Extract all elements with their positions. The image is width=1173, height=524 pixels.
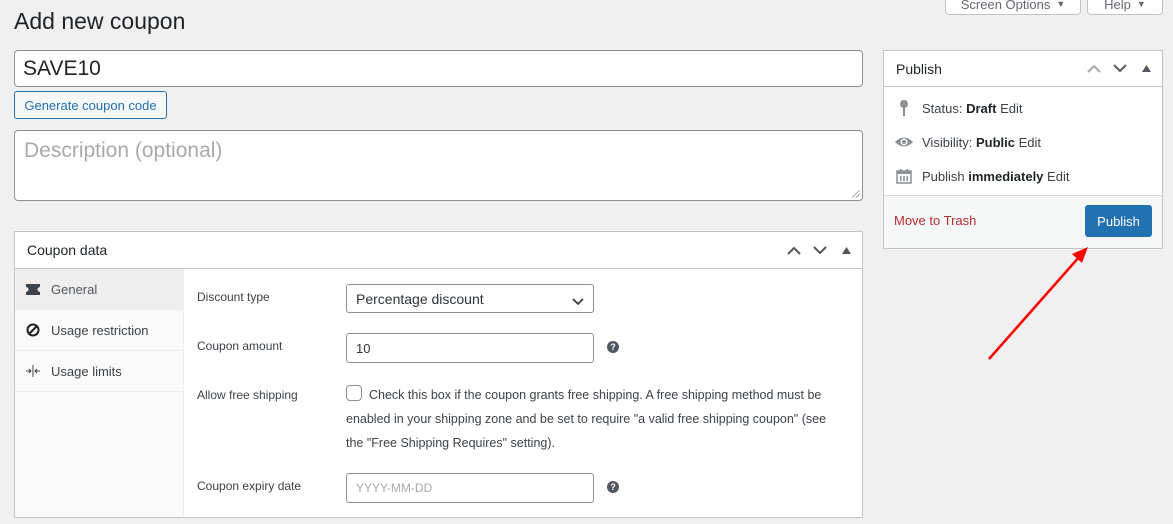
visibility-label: Visibility:: [922, 134, 973, 150]
schedule-label: Publish: [922, 168, 965, 184]
pin-icon: [894, 98, 914, 118]
help-icon[interactable]: ?: [607, 481, 619, 493]
general-panel: Discount type Percentage discount Coupon…: [185, 269, 862, 517]
coupon-data-title: Coupon data: [27, 242, 108, 258]
caret-down-icon: ▼: [1056, 0, 1066, 9]
help-button[interactable]: Help ▼: [1087, 0, 1163, 15]
tab-label: Usage limits: [51, 363, 122, 379]
move-up-icon[interactable]: [786, 242, 802, 258]
resize-handle[interactable]: [852, 190, 860, 198]
description-placeholder: Description (optional): [24, 139, 223, 162]
screen-options-label: Screen Options: [960, 0, 1051, 12]
help-label: Help: [1104, 0, 1131, 12]
visibility-value: Public: [975, 134, 1015, 150]
tab-usage-restriction[interactable]: Usage restriction: [15, 310, 183, 351]
tab-general[interactable]: General: [15, 269, 183, 310]
tab-label: Usage restriction: [51, 322, 149, 338]
status-label: Status:: [922, 100, 963, 116]
schedule-row: Publish immediately Edit: [894, 166, 1069, 186]
edit-visibility-link[interactable]: Edit: [1019, 135, 1041, 150]
publish-actions: Move to Trash Publish: [884, 195, 1162, 248]
schedule-value: immediately: [968, 168, 1044, 184]
free-shipping-description: Check this box if the coupon grants free…: [346, 388, 827, 450]
publish-title: Publish: [896, 60, 942, 77]
discount-type-label: Discount type: [197, 290, 270, 304]
expiry-date-input[interactable]: YYYY-MM-DD: [346, 473, 594, 503]
calendar-icon: [894, 166, 914, 186]
collapse-toggle-icon[interactable]: [838, 242, 854, 258]
move-down-icon[interactable]: [812, 242, 828, 258]
move-up-icon[interactable]: [1086, 61, 1102, 77]
expiry-date-label: Coupon expiry date: [197, 479, 302, 493]
screen-options-button[interactable]: Screen Options ▼: [945, 0, 1081, 15]
chevron-down-icon: [572, 293, 584, 309]
discount-type-select[interactable]: Percentage discount: [346, 284, 594, 313]
help-icon[interactable]: ?: [607, 341, 619, 353]
arrow-shaft: [988, 255, 1081, 360]
generate-coupon-code-button[interactable]: Generate coupon code: [14, 91, 167, 119]
tab-usage-limits[interactable]: Usage limits: [15, 351, 183, 392]
page-title: Add new coupon: [14, 8, 186, 34]
coupon-code-input[interactable]: SAVE10: [14, 50, 863, 87]
prohibited-icon: [25, 322, 41, 338]
coupon-data-box: Coupon data General Usage restriction Us…: [14, 231, 863, 518]
move-down-icon[interactable]: [1112, 61, 1128, 77]
coupon-data-tabs: General Usage restriction Usage limits: [15, 269, 184, 517]
coupon-amount-label: Coupon amount: [197, 339, 283, 353]
status-value: Draft: [966, 100, 997, 116]
caret-down-icon: ▼: [1136, 0, 1146, 9]
publish-button[interactable]: Publish: [1085, 205, 1152, 237]
limits-icon: [25, 363, 41, 379]
coupon-amount-input[interactable]: 10: [346, 333, 594, 363]
edit-status-link[interactable]: Edit: [1000, 101, 1022, 116]
arrow-head: [1072, 247, 1088, 263]
description-textarea[interactable]: Description (optional): [14, 130, 863, 201]
visibility-text: Visibility: Public Edit: [922, 135, 1041, 150]
edit-schedule-link[interactable]: Edit: [1047, 169, 1069, 184]
schedule-text: Publish immediately Edit: [922, 169, 1069, 184]
free-shipping-checkbox[interactable]: [346, 385, 362, 401]
move-to-trash-link[interactable]: Move to Trash: [894, 213, 976, 228]
discount-type-value: Percentage discount: [356, 290, 484, 307]
publish-box: Publish Status: Draft Edit Visibility: P…: [883, 50, 1163, 249]
coupon-data-header: Coupon data: [15, 232, 862, 269]
publish-header: Publish: [884, 51, 1162, 87]
ticket-icon: [25, 281, 41, 297]
free-shipping-label: Allow free shipping: [197, 388, 298, 402]
status-text: Status: Draft Edit: [922, 101, 1022, 116]
tab-label: General: [51, 281, 98, 297]
status-row: Status: Draft Edit: [894, 98, 1022, 118]
visibility-row: Visibility: Public Edit: [894, 132, 1041, 152]
collapse-toggle-icon[interactable]: [1138, 61, 1154, 77]
eye-icon: [894, 132, 914, 152]
